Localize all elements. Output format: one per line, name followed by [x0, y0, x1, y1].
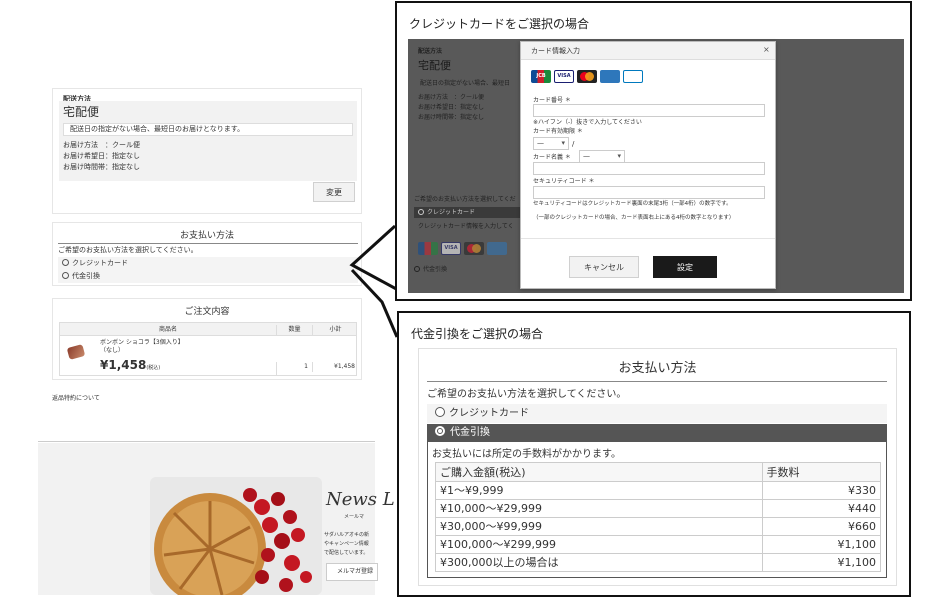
cod-fee-note: お支払いには所定の手数料がかかります。	[432, 449, 621, 460]
modal-card-icons: JCB VISA	[531, 68, 646, 87]
cod-option-credit[interactable]: クレジットカード	[427, 404, 887, 423]
visa-icon: VISA	[441, 242, 461, 255]
radio-selected-icon	[435, 426, 445, 436]
fee-range: ¥100,000～¥299,999	[436, 535, 763, 554]
bg-line-3: お届け時間帯：指定なし	[418, 114, 485, 121]
radio-selected-icon	[418, 209, 424, 215]
visa-icon: VISA	[554, 70, 574, 83]
cvc-input[interactable]	[533, 186, 765, 199]
bg-cod-label: 代金引換	[423, 266, 448, 273]
diners-icon	[623, 70, 643, 83]
jcb-icon: JCB	[531, 70, 551, 83]
bg-method: 宅配便	[418, 59, 451, 72]
card-name-input[interactable]	[533, 162, 765, 175]
bg-hint: クレジットカード情報を入力してく	[418, 223, 514, 230]
bg-prompt: ご希望のお支払い方法を選択してくだ	[414, 196, 516, 203]
fee-row: ¥1～¥9,999 ¥330	[436, 481, 880, 500]
fee-value: ¥440	[762, 499, 880, 518]
fee-header-fee: 手数料	[762, 463, 880, 482]
fee-table: ご購入金額(税込) 手数料 ¥1～¥9,999 ¥330 ¥10,000～¥29…	[436, 463, 880, 572]
fee-row: ¥300,000以上の場合は ¥1,100	[436, 553, 880, 572]
bg-cod-option: 代金引換	[414, 265, 447, 275]
expiry-label: カード有効期限 ＊	[533, 128, 583, 135]
bg-card-icons: VISA	[418, 240, 510, 259]
fee-value: ¥660	[762, 517, 880, 536]
radio-unselected-icon	[414, 266, 420, 272]
cod-prompt: ご希望のお支払い方法を選択してください。	[427, 389, 627, 400]
cvc-note-2: （一部のクレジットカードの場合、カード表面右上にある4桁の数字となります）	[533, 215, 735, 221]
fee-header-amount: ご購入金額(税込)	[436, 463, 763, 482]
close-icon[interactable]: ×	[763, 45, 770, 54]
credit-card-callout: クレジットカードをご選択の場合 配送方法 宅配便 配送日の指定がない場合、最短日…	[395, 1, 912, 301]
bg-line-2: お届け希望日：指定なし	[418, 104, 485, 111]
cod-option-credit-label: クレジットカード	[449, 408, 529, 419]
amex-icon	[600, 70, 620, 83]
fee-range: ¥300,000以上の場合は	[436, 553, 763, 572]
fee-row: ¥100,000～¥299,999 ¥1,100	[436, 535, 880, 554]
fee-range: ¥1～¥9,999	[436, 481, 763, 500]
fee-range: ¥10,000～¥29,999	[436, 499, 763, 518]
card-input-modal: カード情報入力 × JCB VISA カード番号 ＊ ※ハイフン（-）抜きで入力し…	[520, 41, 776, 289]
cvc-note-1: セキュリティコードはクレジットカード裏面の末尾3桁（一部4桁）の数字です。	[533, 201, 732, 207]
fee-table-wrap: ご購入金額(税込) 手数料 ¥1～¥9,999 ¥330 ¥10,000～¥29…	[435, 462, 881, 572]
modal-title: カード情報入力	[531, 47, 580, 55]
expiry-separator: /	[572, 140, 575, 148]
fee-value: ¥330	[762, 481, 880, 500]
cod-option-selected[interactable]: 代金引換	[427, 424, 887, 442]
bg-selected-credit: クレジットカード	[414, 207, 524, 218]
fee-row: ¥30,000～¥99,999 ¥660	[436, 517, 880, 536]
fee-value: ¥1,100	[762, 535, 880, 554]
bg-note: 配送日の指定がない場合、最短日	[420, 80, 511, 87]
fee-table-header: ご購入金額(税込) 手数料	[436, 463, 880, 482]
cod-caption: 代金引換をご選択の場合	[411, 327, 544, 341]
fee-range: ¥30,000～¥99,999	[436, 517, 763, 536]
cod-title: お支払い方法	[618, 361, 697, 376]
cod-option-cod-label: 代金引換	[450, 427, 490, 438]
modal-header: カード情報入力 ×	[521, 42, 775, 60]
modal-divider	[521, 238, 775, 239]
card-number-input[interactable]	[533, 104, 765, 117]
cod-callout: 代金引換をご選択の場合 お支払い方法 ご希望のお支払い方法を選択してください。 …	[397, 311, 911, 597]
radio-unselected-icon	[435, 407, 445, 417]
jcb-icon	[418, 242, 438, 255]
mastercard-icon	[464, 242, 484, 255]
fee-row: ¥10,000～¥29,999 ¥440	[436, 499, 880, 518]
bg-section-label: 配送方法	[418, 48, 443, 55]
bg-selected-label: クレジットカード	[427, 209, 476, 216]
amex-icon	[487, 242, 507, 255]
submit-button[interactable]: 設定	[653, 256, 717, 278]
cod-title-divider	[427, 381, 887, 382]
credit-caption: クレジットカードをご選択の場合	[409, 17, 590, 31]
bg-line-1: お届け方法 ：クール便	[418, 94, 485, 101]
fee-value: ¥1,100	[762, 553, 880, 572]
mastercard-icon	[577, 70, 597, 83]
cod-payment-panel: お支払い方法 ご希望のお支払い方法を選択してください。 クレジットカード 代金引…	[418, 348, 897, 586]
expiry-month-select[interactable]: —	[533, 137, 569, 150]
cancel-button[interactable]: キャンセル	[569, 256, 639, 278]
cod-detail-box: お支払いには所定の手数料がかかります。 ご購入金額(税込) 手数料 ¥1～¥9,…	[427, 442, 887, 578]
